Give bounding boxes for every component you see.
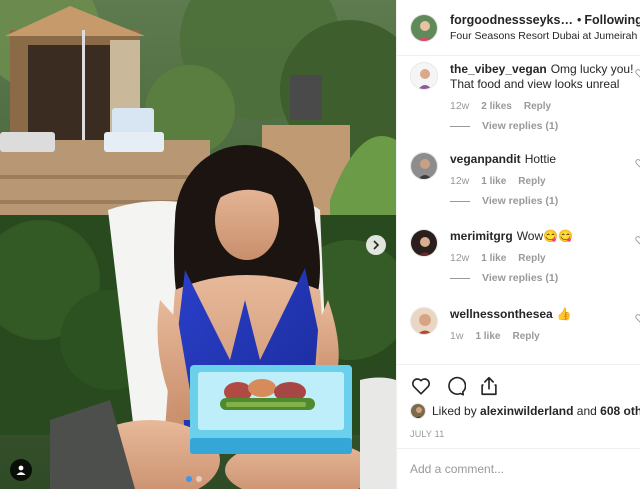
comment-text: 👍: [556, 307, 572, 321]
comment-icon: [448, 376, 466, 396]
post-photo[interactable]: [0, 0, 396, 489]
view-replies-button[interactable]: View replies (1): [450, 195, 635, 207]
author-username[interactable]: forgoodnessseyks_food: [450, 13, 574, 27]
view-replies-button[interactable]: View replies (1): [450, 272, 635, 284]
reply-button[interactable]: Reply: [518, 176, 545, 187]
comment-like-count[interactable]: 1 like: [475, 331, 500, 342]
comment-username[interactable]: wellnessonthesea: [450, 307, 553, 321]
post-side-panel: forgoodnessseyks_food • Following Four S…: [396, 0, 640, 489]
comment-username[interactable]: veganpandit: [450, 152, 521, 166]
comment-like-count[interactable]: 1 like: [481, 253, 506, 264]
comment-age[interactable]: 1w: [450, 330, 463, 342]
comment-like-count[interactable]: 1 like: [481, 176, 506, 187]
liker-avatar[interactable]: [410, 403, 426, 419]
header-separator: •: [577, 13, 582, 27]
like-button[interactable]: [410, 375, 432, 397]
comment-age[interactable]: 12w: [450, 252, 469, 264]
comment-username[interactable]: merimitgrg: [450, 229, 513, 243]
view-replies-label: View replies (1): [482, 195, 559, 207]
view-replies-label: View replies (1): [482, 272, 559, 284]
comments-list[interactable]: the_vibey_vegan Omg lucky you! That food …: [397, 56, 640, 364]
view-replies-button[interactable]: View replies (1): [450, 120, 635, 132]
comment-age[interactable]: 12w: [450, 175, 469, 187]
liked-by-and: and: [576, 404, 597, 418]
heart-icon[interactable]: [635, 158, 640, 168]
reply-button[interactable]: Reply: [512, 331, 539, 342]
following-button[interactable]: Following: [584, 13, 640, 27]
heart-icon[interactable]: [635, 313, 640, 323]
carousel-dot-active: [186, 476, 192, 482]
heart-icon[interactable]: [635, 68, 640, 78]
comment-username[interactable]: the_vibey_vegan: [450, 62, 547, 76]
comment-button[interactable]: [444, 375, 466, 397]
commenter-avatar[interactable]: [410, 152, 438, 180]
liked-by-summary: Liked by alexinwilderland and 608 others: [410, 403, 640, 419]
chevron-right-icon: [373, 240, 380, 250]
post-header: forgoodnessseyks_food • Following Four S…: [397, 0, 640, 56]
comment-age[interactable]: 12w: [450, 100, 469, 112]
author-avatar[interactable]: [410, 13, 438, 42]
view-replies-label: View replies (1): [482, 120, 559, 132]
carousel-dot: [196, 476, 202, 482]
share-icon: [481, 376, 497, 396]
post-date[interactable]: JULY 11: [410, 429, 444, 439]
carousel-indicator: [186, 476, 202, 482]
post-location[interactable]: Four Seasons Resort Dubai at Jumeirah Be…: [450, 30, 640, 42]
post-actions: Liked by alexinwilderland and 608 others: [397, 364, 640, 430]
comment-text: Hottie: [524, 152, 557, 166]
reply-button[interactable]: Reply: [524, 101, 551, 112]
view-replies-line: [450, 277, 470, 279]
comment-text: Wow😋😋: [516, 229, 574, 243]
reply-button[interactable]: Reply: [518, 253, 545, 264]
share-button[interactable]: [478, 375, 500, 397]
liked-by-others[interactable]: 608 others: [600, 404, 640, 418]
view-replies-line: [450, 200, 470, 202]
commenter-avatar[interactable]: [410, 62, 438, 90]
comment-like-count[interactable]: 2 likes: [481, 101, 512, 112]
add-comment-input[interactable]: [410, 462, 630, 476]
commenter-avatar[interactable]: [410, 229, 438, 257]
liked-by-user[interactable]: alexinwilderland: [480, 404, 573, 418]
next-photo-button[interactable]: [366, 235, 386, 255]
view-replies-line: [450, 125, 470, 127]
heart-icon[interactable]: [635, 235, 640, 245]
liked-by-prefix: Liked by: [432, 404, 477, 418]
commenter-avatar[interactable]: [410, 307, 438, 335]
heart-icon: [411, 378, 431, 395]
user-tag-icon: [16, 465, 26, 475]
add-comment-bar: [397, 448, 640, 489]
user-tag-button[interactable]: [10, 459, 32, 481]
photo-illustration: [0, 0, 396, 489]
